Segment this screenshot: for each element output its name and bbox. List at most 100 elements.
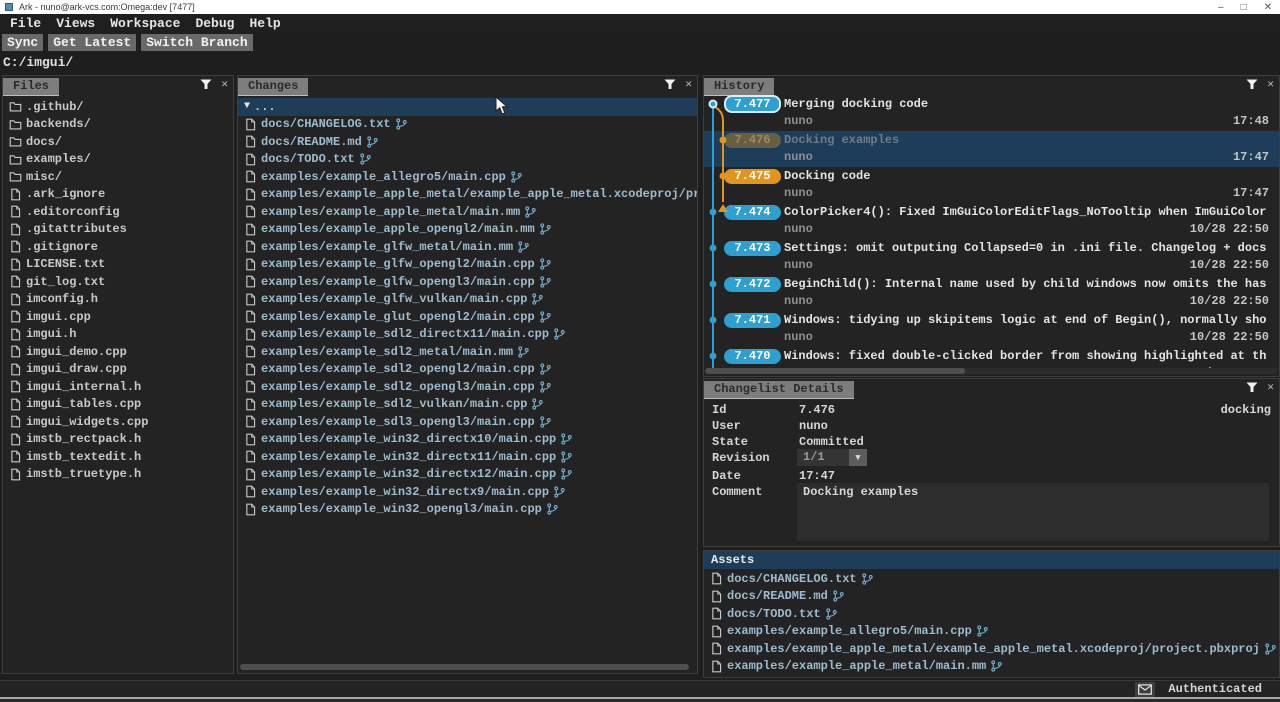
mail-icon[interactable] [1135,682,1155,697]
file-name: imgui_tables.cpp [26,397,141,411]
horizontal-scrollbar[interactable] [240,664,689,670]
file-tree-item[interactable]: imgui_widgets.cpp [3,413,233,431]
tab-history[interactable]: History [704,78,774,96]
changed-file-row[interactable]: examples/example_win32_directx11/main.cp… [238,448,697,466]
changed-file-row[interactable]: examples/example_glfw_metal/main.mm [238,238,697,256]
revision-dropdown[interactable]: 1/1 ▼ [797,449,867,466]
history-row[interactable]: 7.470 Windows: fixed double-clicked bord… [704,347,1279,369]
file-tree-item[interactable]: imgui_tables.cpp [3,396,233,414]
changed-file-row[interactable]: examples/example_sdl2_vulkan/main.cpp [238,396,697,414]
toolbar-button[interactable]: Sync [2,34,43,51]
changed-file-row[interactable]: examples/example_apple_opengl2/main.mm [238,221,697,239]
history-row[interactable]: 7.472 BeginChild(): Internal name used b… [704,275,1279,311]
changed-file-row[interactable]: examples/example_glut_opengl2/main.cpp [238,308,697,326]
changed-file-row[interactable]: examples/example_win32_opengl3/main.cpp [238,501,697,519]
changelist-details-panel: Changelist Details ✕ Id 7.476 docking Us… [703,378,1280,547]
close-button[interactable]: ✕ [1264,2,1272,13]
file-tree-item[interactable]: imstb_rectpack.h [3,431,233,449]
file-tree-item[interactable]: imgui.h [3,326,233,344]
file-tree-item[interactable]: .gitattributes [3,221,233,239]
changed-file-row[interactable]: examples/example_win32_directx9/main.cpp [238,483,697,501]
filter-icon[interactable] [1246,79,1258,90]
file-tree-item[interactable]: .gitignore [3,238,233,256]
file-tree-item[interactable]: .editorconfig [3,203,233,221]
asset-file-row[interactable]: docs/CHANGELOG.txt [704,570,1279,588]
file-tree-item[interactable]: examples/ [3,151,233,169]
changed-file-row[interactable]: docs/CHANGELOG.txt [238,116,697,134]
file-tree-item[interactable]: misc/ [3,168,233,186]
history-row[interactable]: 7.474 ColorPicker4(): Fixed ImGuiColorEd… [704,203,1279,239]
asset-file-row[interactable]: examples/example_apple_opengl2/main.mm [704,675,1279,677]
title-bar: Ark - nuno@ark-vcs.com:Omega:dev [7477] … [0,0,1280,14]
menu-item[interactable]: Workspace [110,16,180,31]
changed-file-row[interactable]: examples/example_apple_metal/main.mm [238,203,697,221]
file-tree-item[interactable]: backends/ [3,116,233,134]
changed-file-row[interactable]: examples/example_glfw_vulkan/main.cpp [238,291,697,309]
file-tree-item[interactable]: docs/ [3,133,233,151]
file-tree-item[interactable]: imgui_draw.cpp [3,361,233,379]
file-tree-item[interactable]: imconfig.h [3,291,233,309]
tab-changes[interactable]: Changes [238,78,308,96]
history-row[interactable]: 7.475 Docking code nuno 17:47 [704,167,1279,203]
minimize-button[interactable]: – [1218,2,1224,13]
changed-file-row[interactable]: examples/example_sdl2_opengl3/main.cpp [238,378,697,396]
file-tree-item[interactable]: LICENSE.txt [3,256,233,274]
changed-file-row[interactable]: examples/example_glfw_opengl3/main.cpp [238,273,697,291]
changed-file-row[interactable]: examples/example_sdl2_directx11/main.cpp [238,326,697,344]
comment-field[interactable]: Docking examples [797,483,1269,541]
changed-file-row[interactable]: examples/example_sdl3_opengl3/main.cpp [238,413,697,431]
history-row[interactable]: 7.477 Merging docking code nuno 17:48 [704,95,1279,131]
asset-file-row[interactable]: examples/example_apple_metal/example_app… [704,640,1279,658]
file-name: imgui.h [26,327,76,341]
menu-item[interactable]: Debug [195,16,234,31]
horizontal-scrollbar[interactable] [705,368,965,374]
filter-icon[interactable] [1246,382,1258,393]
file-tree-item[interactable]: git_log.txt [3,273,233,291]
close-panel-icon[interactable]: ✕ [221,80,228,90]
close-panel-icon[interactable]: ✕ [1267,80,1274,90]
horizontal-scrollbar-track[interactable] [705,368,1278,374]
changed-file-row[interactable]: docs/TODO.txt [238,151,697,169]
changed-file-row[interactable]: examples/example_win32_directx10/main.cp… [238,431,697,449]
history-row[interactable]: 7.473 Settings: omit outputing Collapsed… [704,239,1279,275]
close-panel-icon[interactable]: ✕ [685,80,692,90]
file-tree-item[interactable]: .ark_ignore [3,186,233,204]
file-tree-item[interactable]: imgui_demo.cpp [3,343,233,361]
asset-file-row[interactable]: docs/TODO.txt [704,605,1279,623]
filter-icon[interactable] [664,79,676,90]
file-tree-item[interactable]: .github/ [3,98,233,116]
tab-files[interactable]: Files [3,78,59,96]
changed-file-row[interactable]: examples/example_glfw_opengl2/main.cpp [238,256,697,274]
changes-root-row[interactable]: ▼ ... [238,98,697,116]
file-icon [710,590,723,603]
asset-file-row[interactable]: examples/example_allegro5/main.cpp [704,623,1279,641]
changed-file-row[interactable]: examples/example_allegro5/main.cpp [238,168,697,186]
file-tree-item[interactable]: imstb_textedit.h [3,448,233,466]
filter-icon[interactable] [200,79,212,90]
file-tree-item[interactable]: imgui_internal.h [3,378,233,396]
file-tree-item[interactable]: imstb_truetype.h [3,466,233,484]
changed-file-row[interactable]: examples/example_sdl2_metal/main.mm [238,343,697,361]
asset-file-row[interactable]: docs/README.md [704,588,1279,606]
history-row[interactable]: 7.471 Windows: tidying up skipitems logi… [704,311,1279,347]
close-panel-icon[interactable]: ✕ [1267,383,1274,393]
chevron-down-icon[interactable]: ▼ [849,449,867,466]
menu-item[interactable]: Views [56,16,95,31]
changes-panel: Changes ✕ ▼ ... docs/CHANGELOG.txt [237,75,698,674]
tab-changelist-details[interactable]: Changelist Details [704,381,854,399]
toolbar-button[interactable]: Switch Branch [141,34,252,51]
toolbar-button[interactable]: Get Latest [48,34,136,51]
history-row[interactable]: 7.476 Docking examples nuno 17:47 [704,131,1279,167]
menu-item[interactable]: Help [249,16,280,31]
changed-file-row[interactable]: examples/example_apple_metal/example_app… [238,186,697,204]
menu-item[interactable]: File [10,16,41,31]
changed-file-row[interactable]: examples/example_sdl2_opengl2/main.cpp [238,361,697,379]
changed-file-row[interactable]: examples/example_win32_directx12/main.cp… [238,466,697,484]
asset-file-row[interactable]: examples/example_apple_metal/main.mm [704,658,1279,676]
changed-file-row[interactable]: docs/README.md [238,133,697,151]
branch-icon [539,222,552,236]
file-tree-item[interactable]: imgui.cpp [3,308,233,326]
file-icon [244,205,257,218]
expander-icon[interactable]: ▼ [244,101,250,112]
maximize-button[interactable]: □ [1241,2,1247,13]
